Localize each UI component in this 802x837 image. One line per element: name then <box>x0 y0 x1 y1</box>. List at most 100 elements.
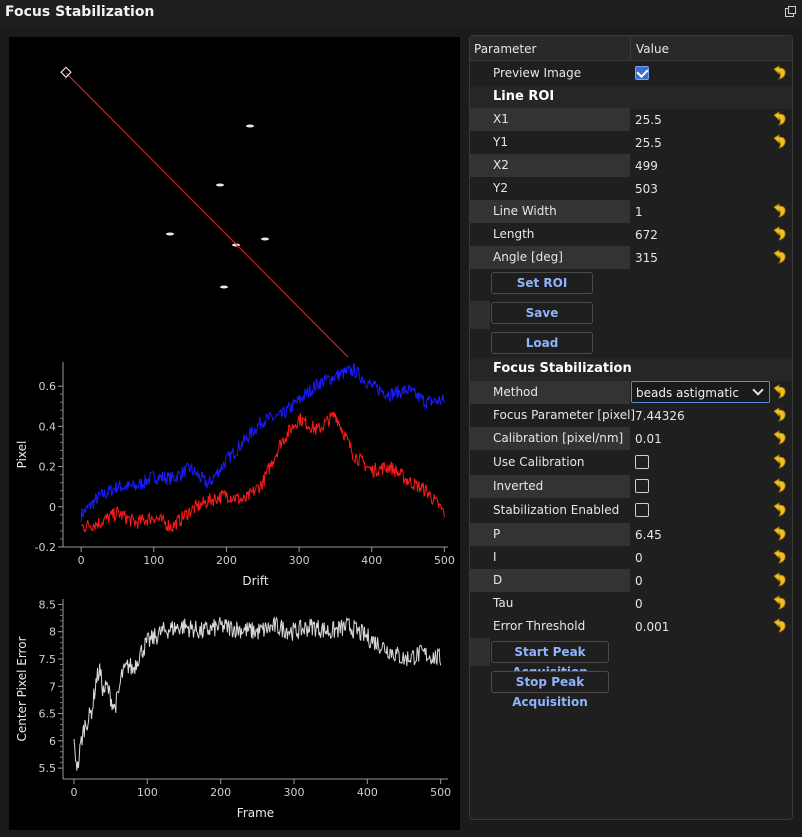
reset-icon[interactable] <box>771 571 788 588</box>
row-line-width: Line Width 1 <box>470 200 792 223</box>
x-tick-label: 400 <box>361 554 382 567</box>
plots-canvas: 0 100 200 300 400 500 -0.2 0 0.2 0.4 0.6 Drift Pixel… <box>15 66 455 820</box>
use-calibration-checkbox[interactable] <box>635 455 649 469</box>
row-inverted: Inverted <box>470 475 792 498</box>
table-header: Parameter Value <box>470 36 792 61</box>
reset-icon[interactable] <box>771 110 788 127</box>
window-title: Focus Stabilization <box>5 4 155 20</box>
param-value[interactable]: 499 <box>635 159 658 173</box>
visualization-area: 0 100 200 300 400 500 -0.2 0 0.2 0.4 0.6 Drift Pixel… <box>9 37 460 830</box>
reset-icon[interactable] <box>771 617 788 634</box>
row-error-threshold: Error Threshold 0.001 <box>470 615 792 638</box>
param-value[interactable]: 1 <box>635 205 643 219</box>
param-value[interactable]: 0 <box>635 597 643 611</box>
inverted-checkbox[interactable] <box>635 479 649 493</box>
reset-icon[interactable] <box>771 477 788 494</box>
set-roi-button[interactable]: Set ROI <box>491 272 593 294</box>
x-axis-label: Drift <box>242 574 269 588</box>
row-preview-image: Preview Image <box>470 62 792 85</box>
load-button[interactable]: Load <box>491 332 593 354</box>
reset-icon[interactable] <box>771 225 788 242</box>
row-handle <box>470 638 490 666</box>
column-divider[interactable] <box>630 36 631 61</box>
start-peak-acquisition-button[interactable]: Start Peak Acquisition <box>491 641 609 679</box>
title-bar: Focus Stabilization <box>0 0 802 26</box>
x-tick-label: 200 <box>210 786 231 799</box>
row-use-calibration: Use Calibration <box>470 451 792 474</box>
param-value[interactable]: 0 <box>635 574 643 588</box>
float-window-icon[interactable] <box>785 6 796 17</box>
reset-icon[interactable] <box>771 548 788 565</box>
param-label: Line Width <box>493 204 557 218</box>
param-label: D <box>493 573 503 587</box>
reset-icon[interactable] <box>771 383 788 400</box>
bead-spot <box>220 285 228 289</box>
center-error-chart: 0 100 200 300 400 500 5.5 6 6.5 7 7.5 8 8.5 Frame Cent… <box>15 598 451 820</box>
reset-icon[interactable] <box>771 133 788 150</box>
column-header-parameter: Parameter <box>474 42 537 56</box>
param-value[interactable]: 6.45 <box>635 528 662 542</box>
param-label: Focus Parameter [pixel] <box>493 408 636 422</box>
param-value[interactable]: 25.5 <box>635 136 662 150</box>
param-label: Stabilization Enabled <box>493 503 620 517</box>
param-label: Length <box>493 227 535 241</box>
reset-icon[interactable] <box>771 202 788 219</box>
x-tick-label: 0 <box>78 554 85 567</box>
param-value[interactable]: 0.001 <box>635 620 669 634</box>
y-axis-label: Center Pixel Error <box>15 636 29 741</box>
row-y2: Y2 503 <box>470 177 792 200</box>
param-value[interactable]: 0 <box>635 551 643 565</box>
row-angle: Angle [deg] 315 <box>470 246 792 269</box>
param-label: Y1 <box>493 135 508 149</box>
row-d: D 0 <box>470 569 792 592</box>
param-label: Use Calibration <box>493 455 585 469</box>
roi-handle[interactable] <box>60 66 72 78</box>
param-label: I <box>493 550 497 564</box>
x-axis-label: Frame <box>237 806 274 820</box>
series-line-0 <box>80 362 445 522</box>
series-line-1 <box>81 411 445 533</box>
param-value[interactable]: 7.44326 <box>635 409 685 423</box>
param-value[interactable]: 315 <box>635 251 658 265</box>
section-title: Focus Stabilization <box>493 361 632 376</box>
preview-image-checkbox[interactable] <box>635 66 649 80</box>
y-tick-label: 0.6 <box>39 380 57 393</box>
y-axis-label: Pixel <box>15 441 29 469</box>
reset-icon[interactable] <box>771 525 788 542</box>
chevron-down-icon <box>752 384 764 396</box>
param-value[interactable]: 25.5 <box>635 113 662 127</box>
param-value[interactable]: 0.01 <box>635 432 662 446</box>
y-tick-label: 8.5 <box>39 598 57 611</box>
save-button[interactable]: Save <box>491 302 593 324</box>
bead-spot <box>261 237 269 241</box>
reset-icon[interactable] <box>771 501 788 518</box>
y-tick-label: 0 <box>49 501 56 514</box>
section-line-roi: Line ROI <box>470 86 792 109</box>
row-x2: X2 499 <box>470 154 792 177</box>
reset-icon[interactable] <box>771 406 788 423</box>
x-tick-label: 500 <box>430 786 451 799</box>
param-value[interactable]: 503 <box>635 182 658 196</box>
param-label: Y2 <box>493 181 508 195</box>
row-handle <box>470 301 490 329</box>
param-value[interactable]: 672 <box>635 228 658 242</box>
reset-icon[interactable] <box>771 64 788 81</box>
param-label: Method <box>493 385 539 399</box>
series-line-0 <box>73 615 442 771</box>
y-tick-label: 0.2 <box>39 461 57 474</box>
reset-icon[interactable] <box>771 429 788 446</box>
param-label: Tau <box>493 596 514 610</box>
reset-icon[interactable] <box>771 453 788 470</box>
section-focus-stabilization: Focus Stabilization <box>470 358 792 381</box>
x-tick-label: 0 <box>71 786 78 799</box>
x-tick-label: 100 <box>143 554 164 567</box>
row-tau: Tau 0 <box>470 592 792 615</box>
reset-icon[interactable] <box>771 594 788 611</box>
method-dropdown[interactable]: beads astigmatic <box>631 381 770 403</box>
roi-line[interactable] <box>65 72 349 358</box>
reset-icon[interactable] <box>771 248 788 265</box>
stabilization-enabled-checkbox[interactable] <box>635 503 649 517</box>
y-tick-label: 8 <box>49 626 56 639</box>
stop-peak-acquisition-button[interactable]: Stop Peak Acquisition <box>491 671 609 709</box>
y-tick-label: 0.4 <box>39 420 57 433</box>
